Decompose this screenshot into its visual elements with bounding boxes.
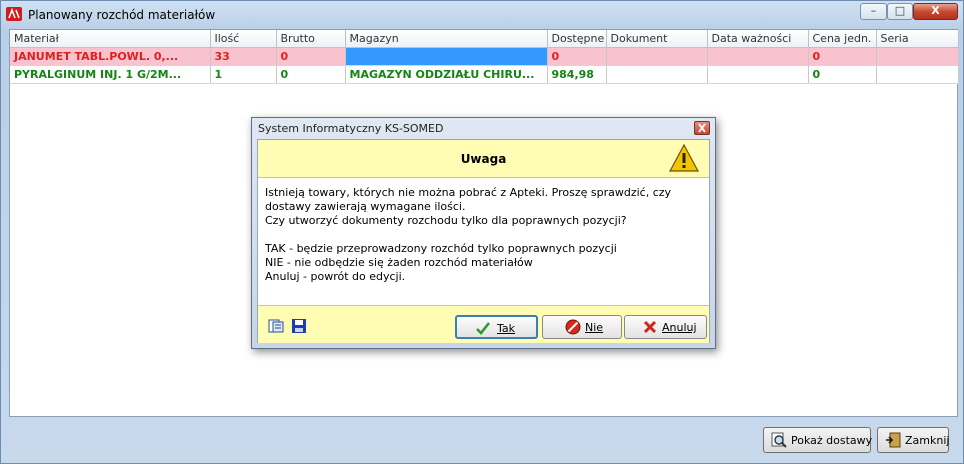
checkmark-icon bbox=[476, 322, 491, 335]
close-button[interactable]: Zamknij bbox=[877, 427, 949, 453]
show-deliveries-button[interactable]: Pokaż dostawy bbox=[763, 427, 873, 453]
cell-warehouse-selected[interactable] bbox=[345, 47, 548, 66]
cell-gross[interactable]: 0 bbox=[276, 65, 346, 84]
message-line: Anuluj - powrót do edycji. bbox=[265, 270, 406, 283]
exit-door-icon bbox=[886, 432, 901, 448]
cell-unit-price[interactable]: 0 bbox=[808, 47, 877, 66]
app-logo-icon bbox=[6, 7, 22, 21]
cell-expiry-date[interactable] bbox=[707, 47, 809, 66]
no-button[interactable]: Nie bbox=[542, 315, 622, 339]
cell-expiry-date[interactable] bbox=[707, 65, 809, 84]
cell-gross[interactable]: 0 bbox=[276, 47, 346, 66]
message-line: NIE - nie odbędzie się żaden rozchód mat… bbox=[265, 256, 533, 269]
no-label: Nie bbox=[585, 321, 604, 334]
warning-icon bbox=[669, 144, 699, 172]
message-line: Czy utworzyć dokumenty rozchodu tylko dl… bbox=[265, 214, 627, 227]
cell-document[interactable] bbox=[606, 47, 708, 66]
column-header-unit-price[interactable]: Cena jedn. bbox=[808, 30, 877, 48]
cell-series[interactable] bbox=[876, 65, 959, 84]
dialog-header: Uwaga bbox=[258, 140, 709, 178]
minimize-button[interactable]: – bbox=[860, 3, 887, 20]
dialog-footer: Tak Nie Anuluj bbox=[258, 305, 709, 343]
yes-button[interactable]: Tak bbox=[455, 315, 538, 339]
column-header-available[interactable]: Dostępne bbox=[547, 30, 607, 48]
show-deliveries-label: Pokaż dostawy bbox=[791, 434, 873, 447]
cell-material[interactable]: PYRALGINUM INJ. 1 G/2M... bbox=[10, 65, 211, 84]
message-line: dostawy zawierają wymagane ilości. bbox=[265, 200, 466, 213]
column-header-material[interactable]: Materiał bbox=[10, 30, 211, 48]
close-label: Zamknij bbox=[905, 434, 950, 447]
yes-label: Tak bbox=[497, 322, 516, 335]
cell-warehouse[interactable]: MAGAZYN ODDZIAŁU CHIRU... bbox=[345, 65, 548, 84]
cell-quantity[interactable]: 33 bbox=[210, 47, 277, 66]
cancel-label: Anuluj bbox=[662, 321, 697, 334]
cell-material[interactable]: JANUMET TABL.POWL. 0,... bbox=[10, 47, 211, 66]
dialog-message: Istnieją towary, których nie można pobra… bbox=[265, 186, 705, 284]
bottom-toolbar: Pokaż dostawy Zamknij bbox=[1, 418, 963, 464]
magnifier-icon bbox=[771, 432, 787, 448]
dialog-close-button[interactable] bbox=[694, 121, 710, 135]
column-header-document[interactable]: Dokument bbox=[606, 30, 708, 48]
window-title: Planowany rozchód materiałów bbox=[28, 8, 216, 22]
red-x-icon bbox=[643, 320, 657, 334]
table-row[interactable]: PYRALGINUM INJ. 1 G/2M... 1 0 MAGAZYN OD… bbox=[10, 65, 959, 84]
message-line: Istnieją towary, których nie można pobra… bbox=[265, 186, 672, 199]
column-header-warehouse[interactable]: Magazyn bbox=[345, 30, 548, 48]
cancel-button[interactable]: Anuluj bbox=[624, 315, 707, 339]
title-bar[interactable]: Planowany rozchód materiałów – □ X bbox=[1, 1, 963, 29]
table-row[interactable]: JANUMET TABL.POWL. 0,... 33 0 0 0 bbox=[10, 47, 959, 66]
column-header-expiry-date[interactable]: Data ważności bbox=[707, 30, 809, 48]
dialog-body: Uwaga Istnieją towary, których nie można… bbox=[257, 139, 710, 343]
message-line: TAK - będzie przeprowadzony rozchód tylk… bbox=[265, 242, 617, 255]
close-icon bbox=[698, 123, 706, 133]
dialog-title: System Informatyczny KS-SOMED bbox=[258, 122, 444, 135]
cell-unit-price[interactable]: 0 bbox=[808, 65, 877, 84]
cell-series[interactable] bbox=[876, 47, 959, 66]
cell-quantity[interactable]: 1 bbox=[210, 65, 277, 84]
column-header-gross[interactable]: Brutto bbox=[276, 30, 346, 48]
cell-available[interactable]: 984,98 bbox=[547, 65, 607, 84]
cell-available[interactable]: 0 bbox=[547, 47, 607, 66]
column-header-quantity[interactable]: Ilość bbox=[210, 30, 277, 48]
materials-grid: Materiał Ilość Brutto Magazyn Dostępne D… bbox=[10, 30, 959, 84]
grid-header-row: Materiał Ilość Brutto Magazyn Dostępne D… bbox=[10, 30, 959, 48]
copy-icon[interactable] bbox=[268, 319, 284, 333]
save-icon[interactable] bbox=[291, 319, 307, 333]
dialog-heading: Uwaga bbox=[460, 152, 507, 166]
close-window-button[interactable]: X bbox=[913, 3, 958, 20]
column-header-series[interactable]: Seria bbox=[876, 30, 959, 48]
cell-document[interactable] bbox=[606, 65, 708, 84]
maximize-button[interactable]: □ bbox=[887, 3, 913, 20]
no-entry-icon bbox=[565, 319, 581, 335]
warning-dialog: System Informatyczny KS-SOMED Uwaga Istn… bbox=[251, 117, 716, 349]
